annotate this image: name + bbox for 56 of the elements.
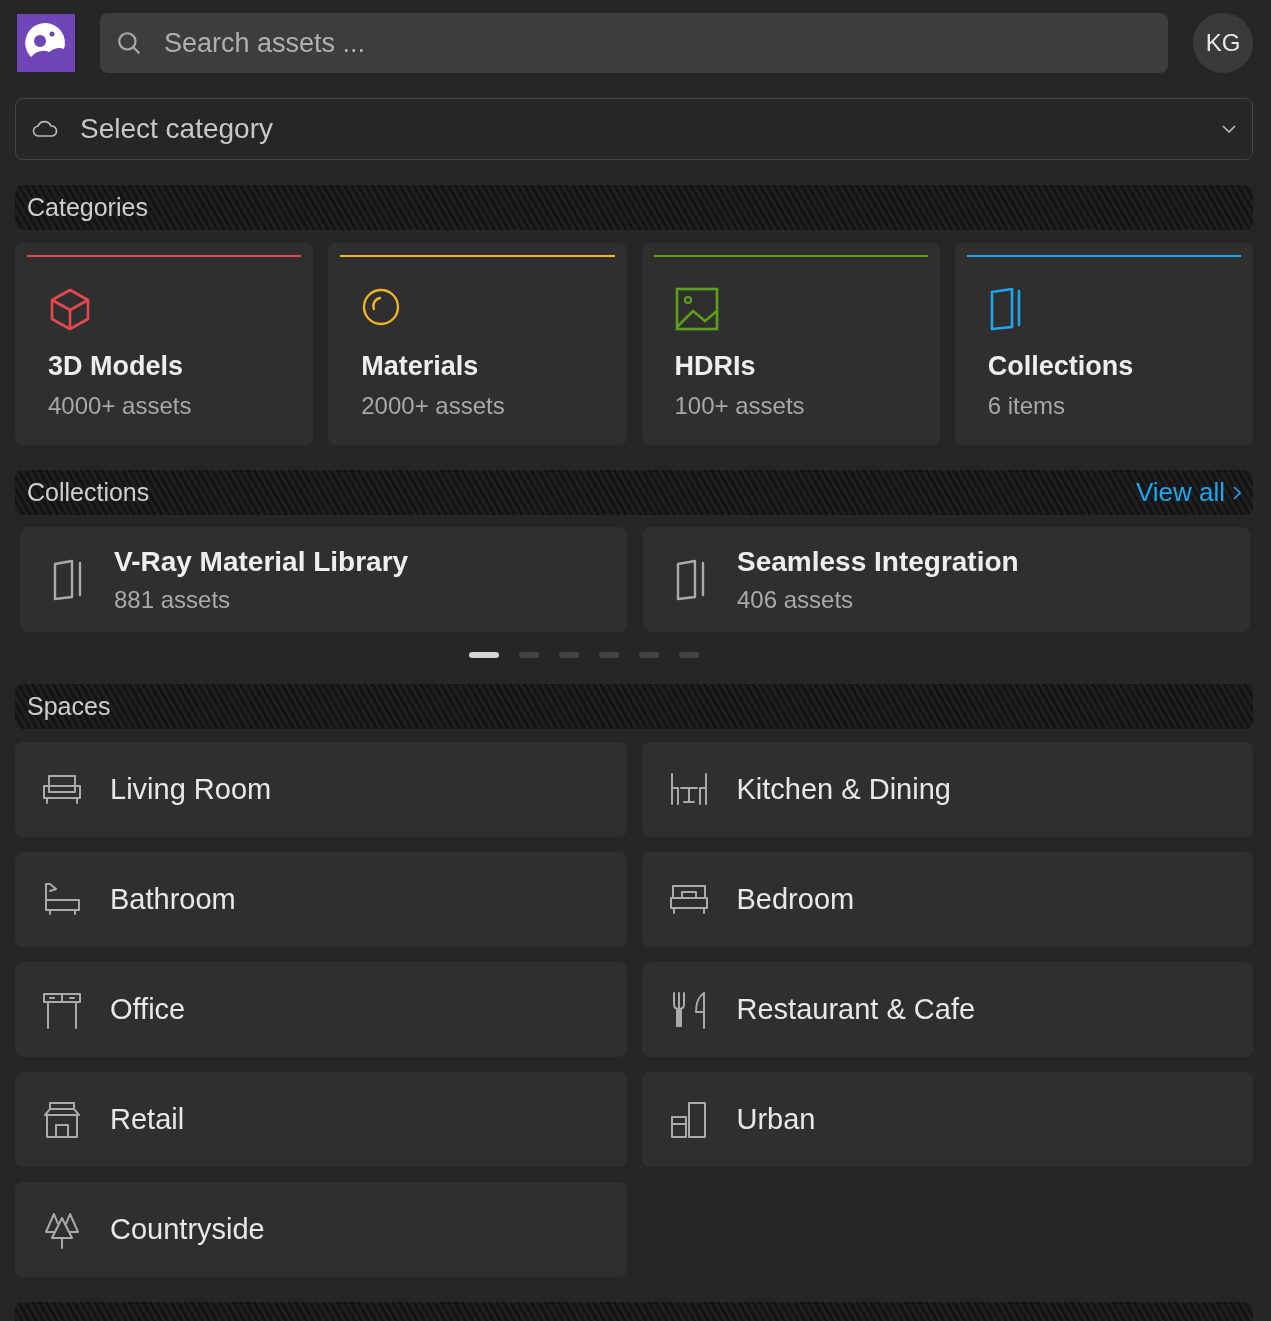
chevron-right-icon xyxy=(1233,485,1241,500)
space-item[interactable]: Urban xyxy=(641,1072,1253,1167)
category-name: 3D Models xyxy=(48,351,185,382)
category-count: 100+ assets xyxy=(674,392,806,420)
space-item[interactable]: Restaurant & Cafe xyxy=(641,962,1253,1057)
collection-name: Seamless Integration xyxy=(737,545,1019,578)
category-dropdown[interactable]: Select category xyxy=(15,98,1253,160)
space-name: Retail xyxy=(110,1103,185,1136)
image-icon xyxy=(674,287,719,331)
collection-card[interactable]: V-Ray Material Library 881 assets xyxy=(20,527,627,632)
space-item[interactable]: Living Room xyxy=(15,742,627,837)
category-card[interactable]: HDRIs 100+ assets xyxy=(641,243,940,445)
space-name: Bathroom xyxy=(110,883,236,916)
chevron-down-icon xyxy=(1222,125,1236,133)
category-count: 4000+ assets xyxy=(48,392,193,420)
search-icon xyxy=(116,30,142,56)
collection-name: V-Ray Material Library xyxy=(114,545,409,578)
collection-card[interactable]: Seamless Integration 406 assets xyxy=(643,527,1250,632)
space-name: Countryside xyxy=(110,1213,265,1246)
search-bar[interactable]: Search assets ... xyxy=(100,13,1168,73)
dropdown-placeholder: Select category xyxy=(80,113,274,145)
category-name: HDRIs xyxy=(674,351,757,382)
space-item[interactable]: Bedroom xyxy=(641,852,1253,947)
logo-icon[interactable] xyxy=(17,14,75,72)
space-name: Office xyxy=(110,993,186,1026)
category-card[interactable]: Collections 6 items xyxy=(954,243,1253,445)
section-title: Spaces xyxy=(27,692,111,721)
book-icon xyxy=(52,558,84,601)
space-item[interactable]: Kitchen & Dining xyxy=(641,742,1253,837)
user-avatar[interactable]: KG xyxy=(1193,13,1253,73)
space-name: Living Room xyxy=(110,773,272,806)
space-name: Bedroom xyxy=(736,883,855,916)
storefront-icon xyxy=(42,1099,82,1140)
search-field[interactable]: Search assets ... xyxy=(162,26,1152,60)
space-item[interactable]: Office xyxy=(15,962,627,1057)
space-name: Urban xyxy=(736,1103,816,1136)
cloud-icon xyxy=(32,120,58,138)
space-item[interactable]: Bathroom xyxy=(15,852,627,947)
collection-count: 406 assets xyxy=(737,585,855,614)
book-icon xyxy=(675,558,707,601)
category-name: Materials xyxy=(361,351,480,382)
view-all-link[interactable]: View all xyxy=(1135,477,1241,508)
cube-icon xyxy=(48,287,92,331)
space-item[interactable]: Retail xyxy=(15,1072,627,1167)
space-name: Kitchen & Dining xyxy=(736,773,951,806)
category-card[interactable]: Materials 2000+ assets xyxy=(328,243,627,445)
buildings-icon xyxy=(668,1099,709,1140)
space-item[interactable]: Countryside xyxy=(15,1182,627,1277)
collection-count: 881 assets xyxy=(114,585,232,614)
category-name: Collections xyxy=(987,351,1135,382)
section-title: Categories xyxy=(27,193,148,222)
category-card[interactable]: 3D Models 4000+ assets xyxy=(15,243,314,445)
category-count: 6 items xyxy=(987,392,1067,420)
category-count: 2000+ assets xyxy=(361,392,506,420)
space-name: Restaurant & Cafe xyxy=(736,993,976,1026)
section-title: Collections xyxy=(27,478,150,507)
